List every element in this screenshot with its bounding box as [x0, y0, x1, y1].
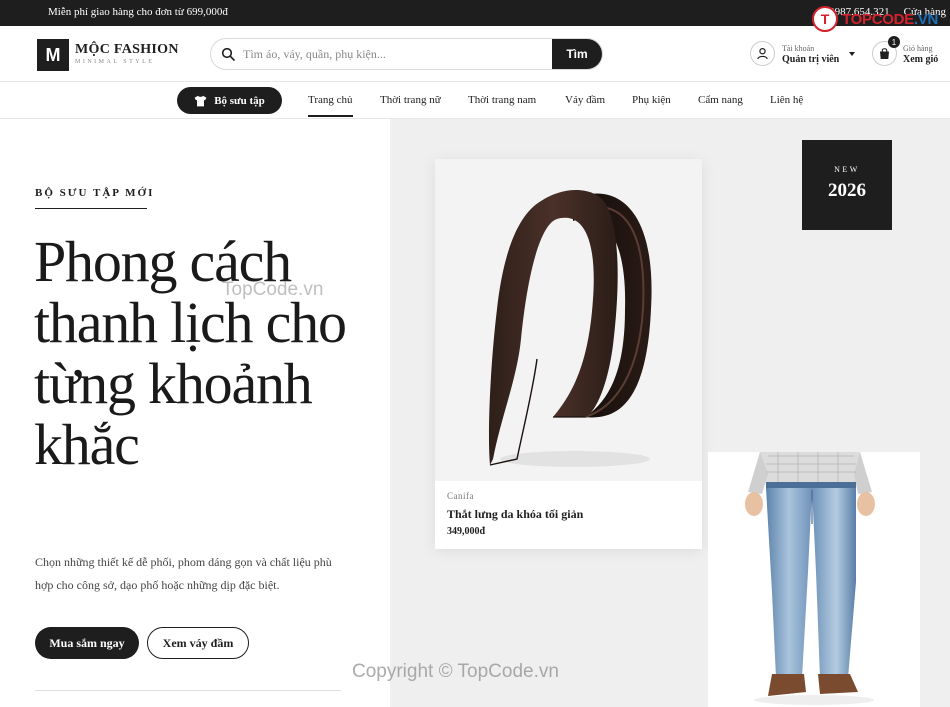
collection-button-label: Bộ sưu tập [214, 94, 265, 107]
product-price: 349,000đ [447, 526, 486, 537]
free-shipping-promo: Miễn phí giao hàng cho đơn từ 699,000đ [48, 6, 228, 18]
shop-now-button[interactable]: Mua sắm ngay [35, 627, 139, 659]
hero-text-section: BỘ SƯU TẬP MỚI Phong cách thanh lịch cho… [0, 119, 390, 707]
topcode-logo-icon: T [812, 6, 839, 32]
nav-item-home[interactable]: Trang chủ [308, 94, 353, 117]
featured-product-card[interactable]: Canifa Thắt lưng da khóa tối giản 349,00… [435, 159, 702, 549]
search-input[interactable] [243, 39, 553, 69]
badge-label: NEW [834, 165, 860, 174]
hero-headline: Phong cách thanh lịch cho từng khoảnh kh… [34, 229, 347, 477]
cart-count-badge: 1 [888, 36, 900, 48]
nav-item-contact[interactable]: Liên hệ [770, 94, 803, 106]
product-name[interactable]: Thắt lưng da khóa tối giản [447, 507, 583, 522]
hero-eyebrow: BỘ SƯU TẬP MỚI [35, 187, 155, 199]
cart-button[interactable]: 1 Giỏ hàng Xem giỏ [872, 36, 939, 66]
new-collection-badge: NEW 2026 [802, 140, 892, 230]
belt-product-image[interactable] [435, 159, 702, 481]
shirt-icon [194, 95, 207, 106]
nav-item-handbook[interactable]: Cẩm nang [698, 94, 743, 106]
account-label: Tài khoản [782, 43, 815, 53]
cart-action: Xem giỏ [903, 53, 939, 65]
shopping-bag-icon: 1 [872, 36, 900, 66]
search-icon [221, 47, 235, 61]
badge-year: 2026 [828, 180, 866, 201]
product-brand: Canifa [447, 491, 474, 501]
topcode-logo-suffix: .VN [913, 10, 938, 28]
model-image-card[interactable] [708, 452, 920, 707]
topcode-logo-text: TOPCODE [842, 10, 914, 28]
nav-item-dresses[interactable]: Váy đầm [565, 94, 605, 106]
main-navigation: Bộ sưu tập Trang chủ Thời trang nữ Thời … [0, 82, 950, 119]
hero-description: Chọn những thiết kế dễ phối, phom dáng g… [35, 555, 332, 592]
site-header: M MỘC FASHION MINIMAL STYLE Tìm Tài khoả… [0, 26, 950, 82]
search-bar: Tìm [210, 38, 603, 70]
top-announcement-bar: Miễn phí giao hàng cho đơn từ 699,000đ 0… [0, 0, 950, 26]
jeans-model-image [745, 452, 875, 705]
user-icon [750, 41, 775, 66]
nav-item-womens-fashion[interactable]: Thời trang nữ [380, 94, 441, 106]
chevron-down-icon [849, 51, 856, 56]
brand-logo-icon[interactable]: M [37, 39, 69, 71]
hero-visual-section: Canifa Thắt lưng da khóa tối giản 349,00… [390, 119, 950, 707]
search-button[interactable]: Tìm [552, 39, 602, 69]
collection-button[interactable]: Bộ sưu tập [177, 87, 282, 114]
brand-tagline: MINIMAL STYLE [75, 59, 155, 65]
view-dresses-button[interactable]: Xem váy đầm [147, 627, 249, 659]
brand[interactable]: MỘC FASHION MINIMAL STYLE [75, 42, 179, 65]
eyebrow-underline [35, 208, 147, 209]
nav-item-accessories[interactable]: Phụ kiện [632, 94, 671, 106]
account-menu[interactable]: Tài khoản Quản trị viên [750, 41, 856, 66]
nav-item-mens-fashion[interactable]: Thời trang nam [468, 94, 536, 106]
hero-divider [35, 690, 341, 691]
account-name: Quản trị viên [782, 53, 840, 65]
topcode-watermark-logo: T TOPCODE.VN [812, 6, 938, 32]
cart-label: Giỏ hàng [903, 43, 933, 53]
brand-name: MỘC FASHION [75, 42, 179, 57]
